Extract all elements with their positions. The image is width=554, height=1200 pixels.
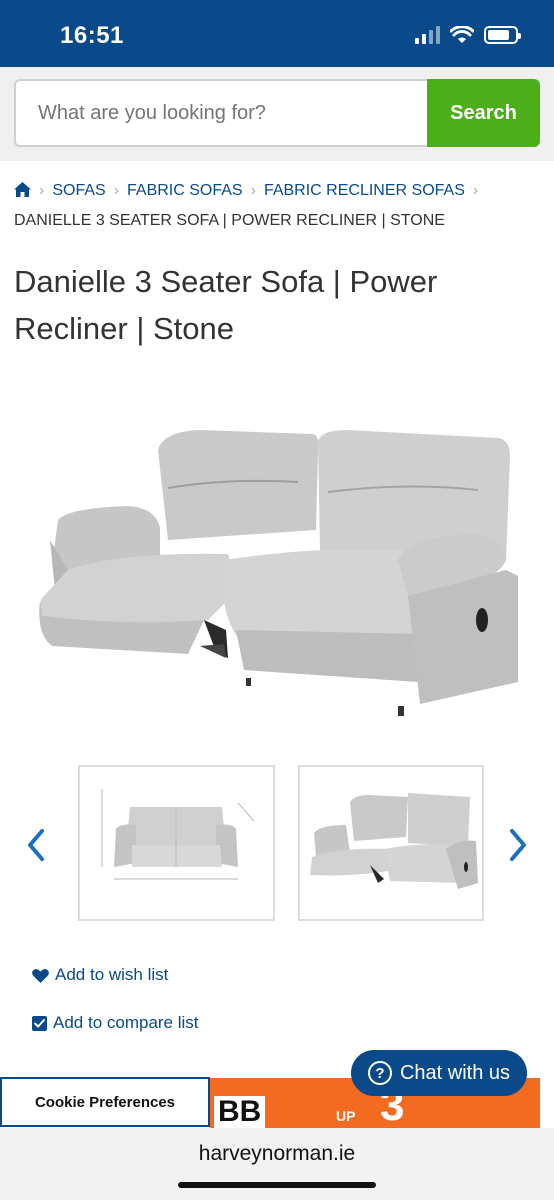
heart-icon xyxy=(32,968,49,983)
product-main-image[interactable] xyxy=(28,420,528,730)
sofa-dimensions-image xyxy=(101,789,255,880)
thumbnail-carousel xyxy=(0,765,554,925)
browser-url-bar[interactable]: harveynorman.ie xyxy=(0,1128,554,1200)
breadcrumb-current: DANIELLE 3 SEATER SOFA | POWER RECLINER … xyxy=(14,212,445,229)
product-title: Danielle 3 Seater Sofa | Power Recliner … xyxy=(14,264,438,346)
promo-logo-text: BB xyxy=(214,1096,266,1128)
battery-icon xyxy=(484,26,521,44)
breadcrumb-fabric-sofas[interactable]: FABRIC SOFAS xyxy=(127,182,243,199)
breadcrumb-fabric-recliner-sofas[interactable]: FABRIC RECLINER SOFAS xyxy=(264,182,465,199)
search-input[interactable] xyxy=(14,79,427,147)
thumbnail-angle-view[interactable] xyxy=(298,765,484,921)
chevron-left-icon[interactable] xyxy=(24,825,48,865)
wish-list-label: Add to wish list xyxy=(55,965,169,984)
add-to-wish-list-link[interactable]: Add to wish list xyxy=(32,965,168,985)
status-icons xyxy=(415,26,521,44)
thumbnail-dimensions[interactable] xyxy=(78,765,275,921)
chevron-right-icon[interactable] xyxy=(506,825,530,865)
chat-label: Chat with us xyxy=(399,1061,511,1084)
status-time: 16:51 xyxy=(60,22,124,49)
chevron-right-icon: › xyxy=(39,182,45,199)
chevron-right-icon: › xyxy=(250,182,256,199)
question-circle-icon: ? xyxy=(367,1061,392,1085)
cellular-signal-icon xyxy=(415,26,440,44)
compare-list-label: Add to compare list xyxy=(53,1013,199,1032)
chevron-right-icon: › xyxy=(472,182,479,199)
cookie-preferences-button[interactable]: Cookie Preferences xyxy=(0,1077,210,1127)
status-bar: 16:51 xyxy=(0,0,554,67)
chevron-right-icon: › xyxy=(113,182,120,199)
breadcrumb: › SOFAS › FABRIC SOFAS › FABRIC RECLINER SOFA… xyxy=(14,176,540,236)
url-text: harveynorman.ie xyxy=(198,1142,356,1165)
breadcrumb-sofas[interactable]: SOFAS xyxy=(52,182,105,199)
chat-with-us-button[interactable]: ? Chat with us xyxy=(351,1050,527,1096)
search-button[interactable]: Search xyxy=(427,79,540,147)
add-to-compare-list-link[interactable]: Add to compare list xyxy=(32,1013,199,1033)
checkbox-checked-icon xyxy=(32,1015,47,1031)
promo-up-text: UP xyxy=(336,1108,356,1124)
sofa-angle-image xyxy=(310,793,478,889)
home-indicator[interactable] xyxy=(178,1182,376,1188)
search-bar: Search xyxy=(0,67,554,161)
home-icon[interactable] xyxy=(14,182,31,197)
wifi-icon xyxy=(450,26,474,43)
